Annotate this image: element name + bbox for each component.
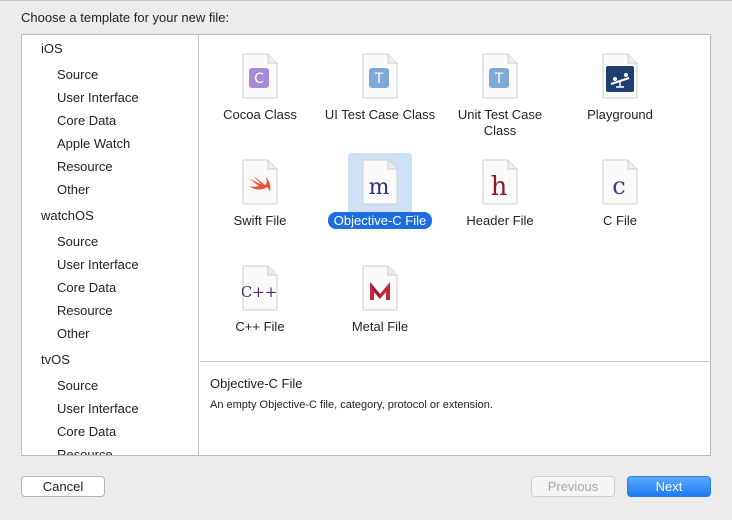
template-objective-c-file[interactable]: m Objective-C File [320,147,440,247]
template-grid: C Cocoa Class T UI Test Case Class T Uni… [200,35,710,361]
sidebar-item-ios-apple-watch[interactable]: Apple Watch [57,136,130,151]
platform-sidebar[interactable]: iOS Source User Interface Core Data Appl… [22,35,199,455]
swift-file-icon [242,159,278,205]
sidebar-item-ios-user-interface[interactable]: User Interface [57,90,139,105]
svg-text:T: T [374,71,384,87]
sidebar-item-watchos-source[interactable]: Source [57,234,98,249]
template-cpp-file[interactable]: C++ C++ File [200,253,320,353]
dialog-prompt: Choose a template for your new file: [21,10,230,25]
sidebar-item-tvos-core-data[interactable]: Core Data [57,424,116,439]
cpp-file-icon: C++ [241,265,278,311]
template-label: Metal File [351,319,409,334]
svg-text:C++: C++ [242,283,277,301]
svg-text:C: C [254,71,264,87]
svg-text:T: T [494,71,504,87]
template-unit-test-case-class[interactable]: T Unit Test Case Class [440,41,560,141]
template-label: Cocoa Class [223,107,297,122]
template-ui-test-case-class[interactable]: T UI Test Case Class [320,41,440,141]
sidebar-group-watchos[interactable]: watchOS [41,208,94,223]
template-label: Objective-C File [327,212,433,229]
sidebar-item-ios-core-data[interactable]: Core Data [57,113,116,128]
playground-icon [602,53,638,99]
sidebar-item-tvos-user-interface[interactable]: User Interface [57,401,139,416]
sidebar-item-watchos-core-data[interactable]: Core Data [57,280,116,295]
template-label: Playground [587,107,653,122]
previous-button[interactable]: Previous [531,476,615,497]
template-c-file[interactable]: c C File [560,147,680,247]
cocoa-class-icon: C [242,53,278,99]
unit-test-case-class-icon: T [482,53,518,99]
sidebar-group-tvos[interactable]: tvOS [41,352,70,367]
sidebar-group-ios[interactable]: iOS [41,41,63,56]
sidebar-item-ios-source[interactable]: Source [57,67,98,82]
ui-test-case-class-icon: T [362,53,398,99]
template-label: Swift File [233,213,287,228]
cancel-button[interactable]: Cancel [21,476,105,497]
description-text: An empty Objective-C file, category, pro… [210,399,493,411]
sidebar-item-watchos-user-interface[interactable]: User Interface [57,257,139,272]
header-file-icon: h [482,159,518,205]
template-label: Unit Test Case Class [457,107,543,138]
svg-text:c: c [612,172,625,200]
sidebar-item-watchos-resource[interactable]: Resource [57,303,113,318]
template-label: C File [603,213,637,228]
sidebar-item-ios-other[interactable]: Other [57,182,90,197]
template-panel: iOS Source User Interface Core Data Appl… [21,34,711,456]
svg-text:m: m [369,175,390,200]
metal-file-icon [362,265,398,311]
next-button[interactable]: Next [627,476,711,497]
sidebar-item-tvos-resource[interactable]: Resource [57,447,113,455]
selection-highlight: m [348,153,412,217]
template-swift-file[interactable]: Swift File [200,147,320,247]
description-divider [200,361,710,362]
objective-c-file-icon: m [362,159,398,205]
sidebar-item-ios-resource[interactable]: Resource [57,159,113,174]
template-label: C++ File [235,319,285,334]
sidebar-item-tvos-source[interactable]: Source [57,378,98,393]
template-label: Header File [466,213,534,228]
c-file-icon: c [602,159,638,205]
template-header-file[interactable]: h Header File [440,147,560,247]
description-title: Objective-C File [210,376,303,391]
template-playground[interactable]: Playground [560,41,680,141]
template-label: UI Test Case Class [324,107,436,122]
sidebar-item-watchos-other[interactable]: Other [57,326,90,341]
template-cocoa-class[interactable]: C Cocoa Class [200,41,320,141]
sheet-top-border [0,0,732,1]
template-metal-file[interactable]: Metal File [320,253,440,353]
svg-text:h: h [491,172,508,202]
